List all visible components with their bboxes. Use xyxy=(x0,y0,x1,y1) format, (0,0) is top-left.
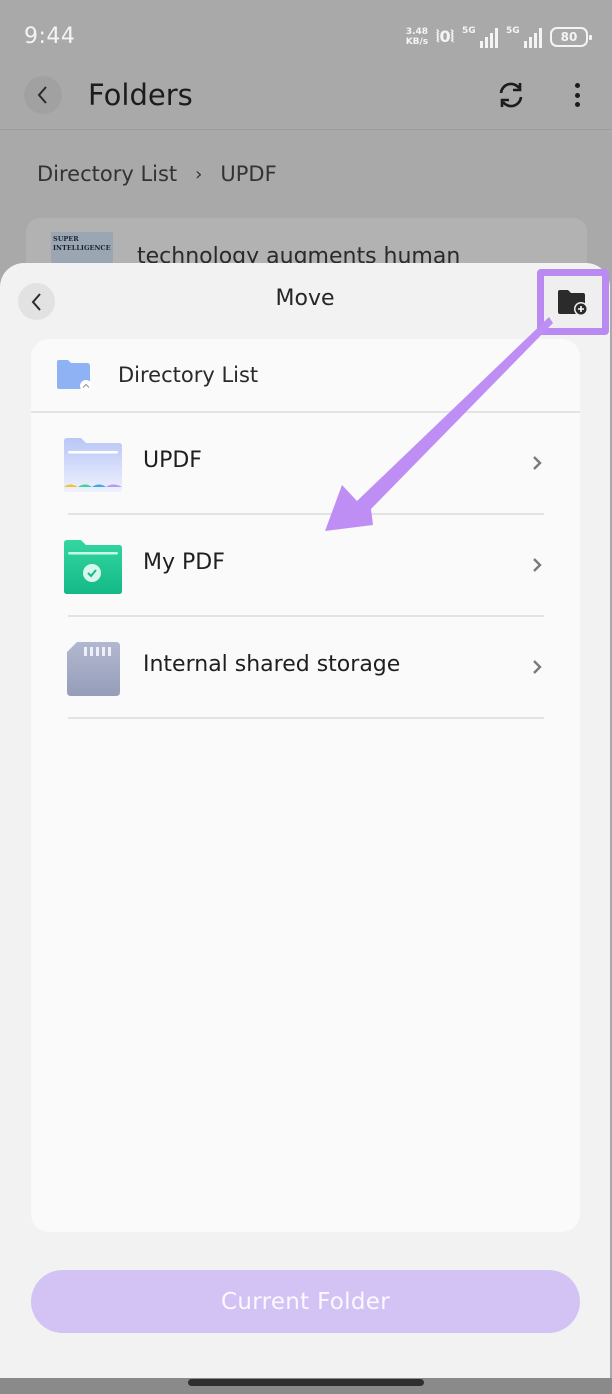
status-bar: 9:44 3.48 KB/s ⦚0⦚ 5G 5G 80 xyxy=(0,0,612,72)
vibrate-icon: ⦚0⦚ xyxy=(436,27,454,46)
current-location[interactable]: Directory List xyxy=(31,339,580,413)
signal-icon: 5G xyxy=(462,26,498,48)
move-sheet: Move Directory List UPDF My PDF Internal… xyxy=(0,263,610,1378)
updf-folder-icon xyxy=(64,438,122,492)
breadcrumb-item-directory-list[interactable]: Directory List xyxy=(37,162,177,186)
current-location-label: Directory List xyxy=(118,363,259,387)
folder-plus-icon xyxy=(558,290,588,316)
green-check-folder-icon xyxy=(64,540,122,594)
sd-card-icon xyxy=(67,642,120,696)
chevron-right-icon xyxy=(533,558,542,572)
chevron-right-icon xyxy=(533,660,542,674)
status-icons: 3.48 KB/s ⦚0⦚ 5G 5G 80 xyxy=(405,26,592,48)
folder-row-label: Internal shared storage xyxy=(143,652,401,677)
sync-icon[interactable] xyxy=(496,80,526,110)
folder-row-internal-storage[interactable]: Internal shared storage xyxy=(31,617,580,719)
breadcrumb-separator: › xyxy=(195,163,203,185)
back-button[interactable] xyxy=(24,76,62,114)
folder-row-my-pdf[interactable]: My PDF xyxy=(31,515,580,617)
app-bar: Folders xyxy=(0,72,612,130)
page-title: Folders xyxy=(88,78,193,112)
folder-row-updf[interactable]: UPDF xyxy=(31,413,580,515)
more-vert-icon[interactable] xyxy=(566,80,588,110)
chevron-right-icon xyxy=(533,456,542,470)
sheet-title: Move xyxy=(275,286,335,311)
divider xyxy=(68,717,544,719)
folder-row-label: UPDF xyxy=(143,448,202,473)
status-time: 9:44 xyxy=(24,24,76,49)
folder-row-label: My PDF xyxy=(143,550,225,575)
network-speed: 3.48 KB/s xyxy=(405,27,429,47)
new-folder-button[interactable] xyxy=(537,269,609,335)
battery-icon: 80 xyxy=(550,27,592,47)
chevron-left-icon xyxy=(37,86,47,104)
breadcrumb-item-updf[interactable]: UPDF xyxy=(220,162,276,186)
home-indicator[interactable] xyxy=(188,1379,424,1386)
folder-list: Directory List UPDF My PDF Internal shar… xyxy=(31,339,580,1232)
signal-icon: 5G xyxy=(506,26,542,48)
folder-up-icon xyxy=(57,360,92,391)
breadcrumb: Directory List › UPDF xyxy=(37,162,277,186)
current-folder-button[interactable]: Current Folder xyxy=(31,1270,580,1333)
